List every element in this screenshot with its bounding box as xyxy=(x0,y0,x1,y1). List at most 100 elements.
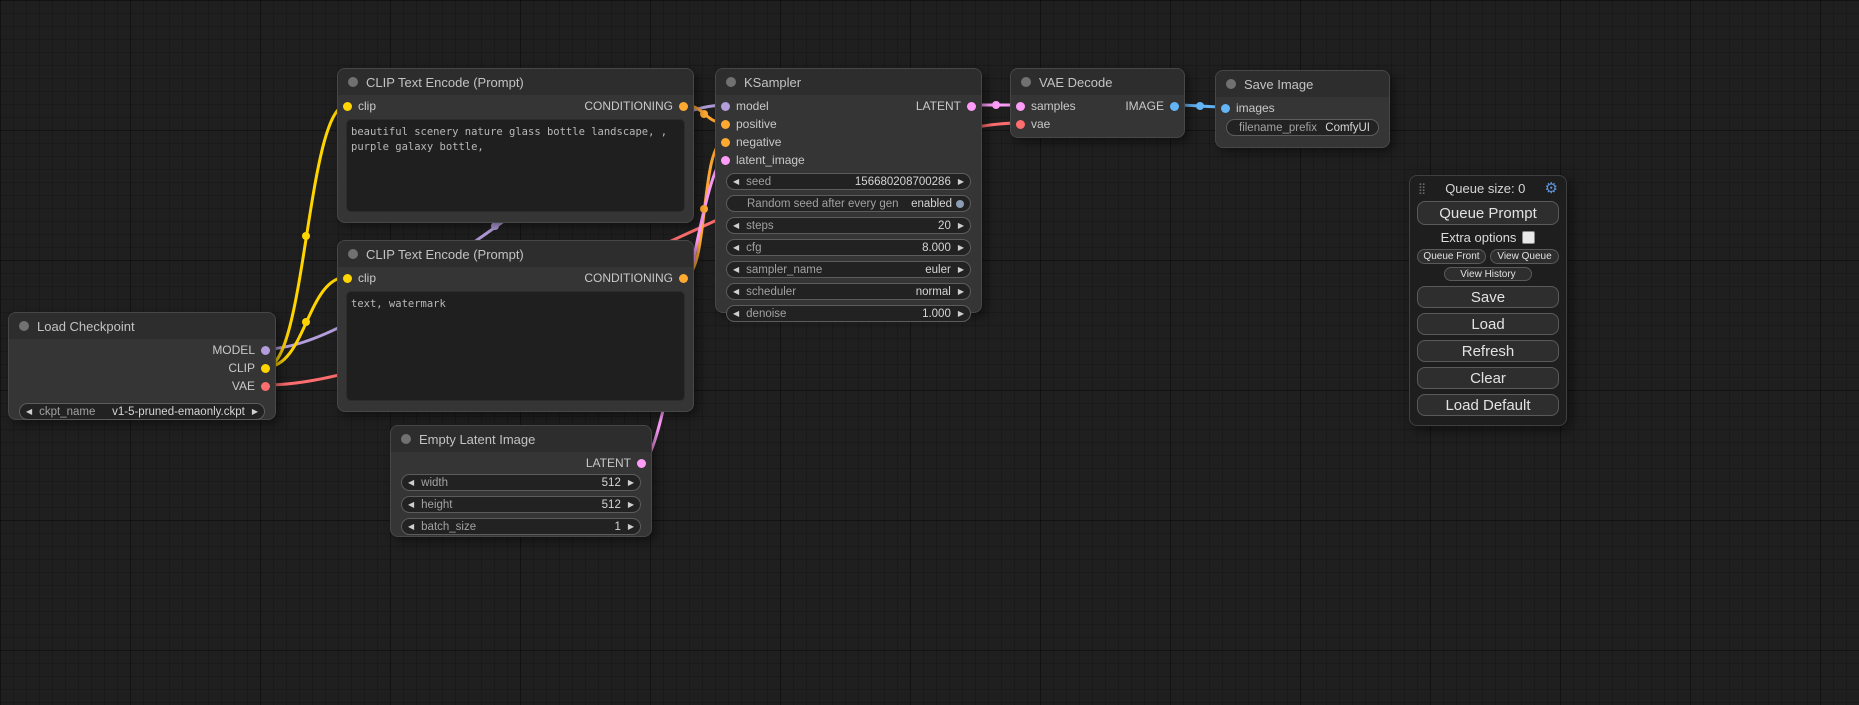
ckpt-name-widget[interactable]: ◀ ckpt_name v1-5-pruned-emaonly.ckpt ▶ xyxy=(19,403,265,420)
denoise-widget[interactable]: ◀ denoise 1.000 ▶ xyxy=(726,305,971,322)
node-clip-text-encode-positive[interactable]: CLIP Text Encode (Prompt) clip CONDITION… xyxy=(337,68,694,223)
node-title: Empty Latent Image xyxy=(419,432,535,447)
toggle-indicator-icon[interactable] xyxy=(956,200,964,208)
clip-input-port[interactable] xyxy=(343,274,352,283)
drag-handle-icon[interactable]: ⣿ xyxy=(1418,182,1426,195)
collapse-dot-icon[interactable] xyxy=(401,434,411,444)
increment-arrow-icon[interactable]: ▶ xyxy=(958,266,964,274)
node-ksampler[interactable]: KSampler model LATENT positive negative xyxy=(715,68,982,313)
decrement-arrow-icon[interactable]: ◀ xyxy=(733,178,739,186)
widget-label: seed xyxy=(746,176,771,188)
clip-input-port[interactable] xyxy=(343,102,352,111)
node-clip-text-encode-negative[interactable]: CLIP Text Encode (Prompt) clip CONDITION… xyxy=(337,240,694,412)
decrement-arrow-icon[interactable]: ◀ xyxy=(733,244,739,252)
node-load-checkpoint[interactable]: Load Checkpoint MODEL CLIP VAE ◀ ckpt_na… xyxy=(8,312,276,420)
decrement-arrow-icon[interactable]: ◀ xyxy=(733,288,739,296)
increment-arrow-icon[interactable]: ▶ xyxy=(958,244,964,252)
decrement-arrow-icon[interactable]: ◀ xyxy=(26,408,32,416)
load-default-button[interactable]: Load Default xyxy=(1417,394,1559,416)
view-queue-button[interactable]: View Queue xyxy=(1490,249,1559,264)
latent-image-input-port[interactable] xyxy=(721,156,730,165)
collapse-dot-icon[interactable] xyxy=(19,321,29,331)
width-widget[interactable]: ◀ width 512 ▶ xyxy=(401,474,641,491)
model-input-port[interactable] xyxy=(721,102,730,111)
widget-value: 20 xyxy=(938,220,951,232)
save-button[interactable]: Save xyxy=(1417,286,1559,308)
latent-output-port[interactable] xyxy=(967,102,976,111)
increment-arrow-icon[interactable]: ▶ xyxy=(628,501,634,509)
view-history-button[interactable]: View History xyxy=(1444,267,1532,281)
node-title-bar[interactable]: VAE Decode xyxy=(1011,69,1184,95)
port-label: samples xyxy=(1031,99,1076,113)
steps-widget[interactable]: ◀ steps 20 ▶ xyxy=(726,217,971,234)
increment-arrow-icon[interactable]: ▶ xyxy=(958,288,964,296)
node-save-image[interactable]: Save Image images filename_prefix ComfyU… xyxy=(1215,70,1390,148)
node-empty-latent-image[interactable]: Empty Latent Image LATENT ◀ width 512 ▶ … xyxy=(390,425,652,537)
settings-gear-icon[interactable]: ⚙ xyxy=(1545,181,1558,196)
filename-prefix-widget[interactable]: filename_prefix ComfyUI xyxy=(1226,119,1379,136)
image-output-port[interactable] xyxy=(1170,102,1179,111)
increment-arrow-icon[interactable]: ▶ xyxy=(628,479,634,487)
decrement-arrow-icon[interactable]: ◀ xyxy=(733,266,739,274)
collapse-dot-icon[interactable] xyxy=(348,77,358,87)
decrement-arrow-icon[interactable]: ◀ xyxy=(733,310,739,318)
node-title: Load Checkpoint xyxy=(37,319,135,334)
menu-header: ⣿ Queue size: 0 ⚙ xyxy=(1410,179,1566,197)
comfyui-canvas[interactable]: Load Checkpoint MODEL CLIP VAE ◀ ckpt_na… xyxy=(0,0,1859,705)
random-seed-toggle[interactable]: Random seed after every gen enabled xyxy=(726,195,971,212)
images-input-port[interactable] xyxy=(1221,104,1230,113)
prompt-textarea[interactable]: text, watermark xyxy=(346,291,685,401)
clear-button[interactable]: Clear xyxy=(1417,367,1559,389)
increment-arrow-icon[interactable]: ▶ xyxy=(958,178,964,186)
collapse-dot-icon[interactable] xyxy=(1226,79,1236,89)
scheduler-widget[interactable]: ◀ scheduler normal ▶ xyxy=(726,283,971,300)
extra-options-checkbox[interactable] xyxy=(1522,231,1535,244)
model-output-port[interactable] xyxy=(261,346,270,355)
sampler-name-widget[interactable]: ◀ sampler_name euler ▶ xyxy=(726,261,971,278)
refresh-button[interactable]: Refresh xyxy=(1417,340,1559,362)
increment-arrow-icon[interactable]: ▶ xyxy=(628,523,634,531)
clip-output: CLIP xyxy=(228,361,275,375)
queue-prompt-button[interactable]: Queue Prompt xyxy=(1417,201,1559,225)
conditioning-output-port[interactable] xyxy=(679,102,688,111)
widget-value: normal xyxy=(916,286,951,298)
queue-front-button[interactable]: Queue Front xyxy=(1417,249,1486,264)
batch-size-widget[interactable]: ◀ batch_size 1 ▶ xyxy=(401,518,641,535)
negative-input-port[interactable] xyxy=(721,138,730,147)
collapse-dot-icon[interactable] xyxy=(1021,77,1031,87)
conditioning-output-port[interactable] xyxy=(679,274,688,283)
load-button[interactable]: Load xyxy=(1417,313,1559,335)
increment-arrow-icon[interactable]: ▶ xyxy=(958,310,964,318)
height-widget[interactable]: ◀ height 512 ▶ xyxy=(401,496,641,513)
latent-output-port[interactable] xyxy=(637,459,646,468)
port-label: positive xyxy=(736,117,777,131)
samples-input-port[interactable] xyxy=(1016,102,1025,111)
node-title-bar[interactable]: Save Image xyxy=(1216,71,1389,97)
cfg-widget[interactable]: ◀ cfg 8.000 ▶ xyxy=(726,239,971,256)
node-title-bar[interactable]: CLIP Text Encode (Prompt) xyxy=(338,69,693,95)
seed-widget[interactable]: ◀ seed 156680208700286 ▶ xyxy=(726,173,971,190)
node-vae-decode[interactable]: VAE Decode samples IMAGE vae xyxy=(1010,68,1185,138)
node-title-bar[interactable]: KSampler xyxy=(716,69,981,95)
node-title-bar[interactable]: Empty Latent Image xyxy=(391,426,651,452)
decrement-arrow-icon[interactable]: ◀ xyxy=(408,479,414,487)
prompt-textarea[interactable]: beautiful scenery nature glass bottle la… xyxy=(346,119,685,212)
node-title-bar[interactable]: CLIP Text Encode (Prompt) xyxy=(338,241,693,267)
collapse-dot-icon[interactable] xyxy=(348,249,358,259)
port-row: images xyxy=(1216,99,1389,117)
vae-output-port[interactable] xyxy=(261,382,270,391)
link-midpoint-dot xyxy=(700,205,708,213)
increment-arrow-icon[interactable]: ▶ xyxy=(958,222,964,230)
increment-arrow-icon[interactable]: ▶ xyxy=(252,408,258,416)
vae-input-port[interactable] xyxy=(1016,120,1025,129)
positive-input-port[interactable] xyxy=(721,120,730,129)
clip-output-port[interactable] xyxy=(261,364,270,373)
collapse-dot-icon[interactable] xyxy=(726,77,736,87)
decrement-arrow-icon[interactable]: ◀ xyxy=(408,523,414,531)
widget-value: 512 xyxy=(602,499,621,511)
decrement-arrow-icon[interactable]: ◀ xyxy=(408,501,414,509)
queue-menu-panel: ⣿ Queue size: 0 ⚙ Queue Prompt Extra opt… xyxy=(1409,175,1567,426)
node-title-bar[interactable]: Load Checkpoint xyxy=(9,313,275,339)
decrement-arrow-icon[interactable]: ◀ xyxy=(733,222,739,230)
port-label: clip xyxy=(358,99,376,113)
